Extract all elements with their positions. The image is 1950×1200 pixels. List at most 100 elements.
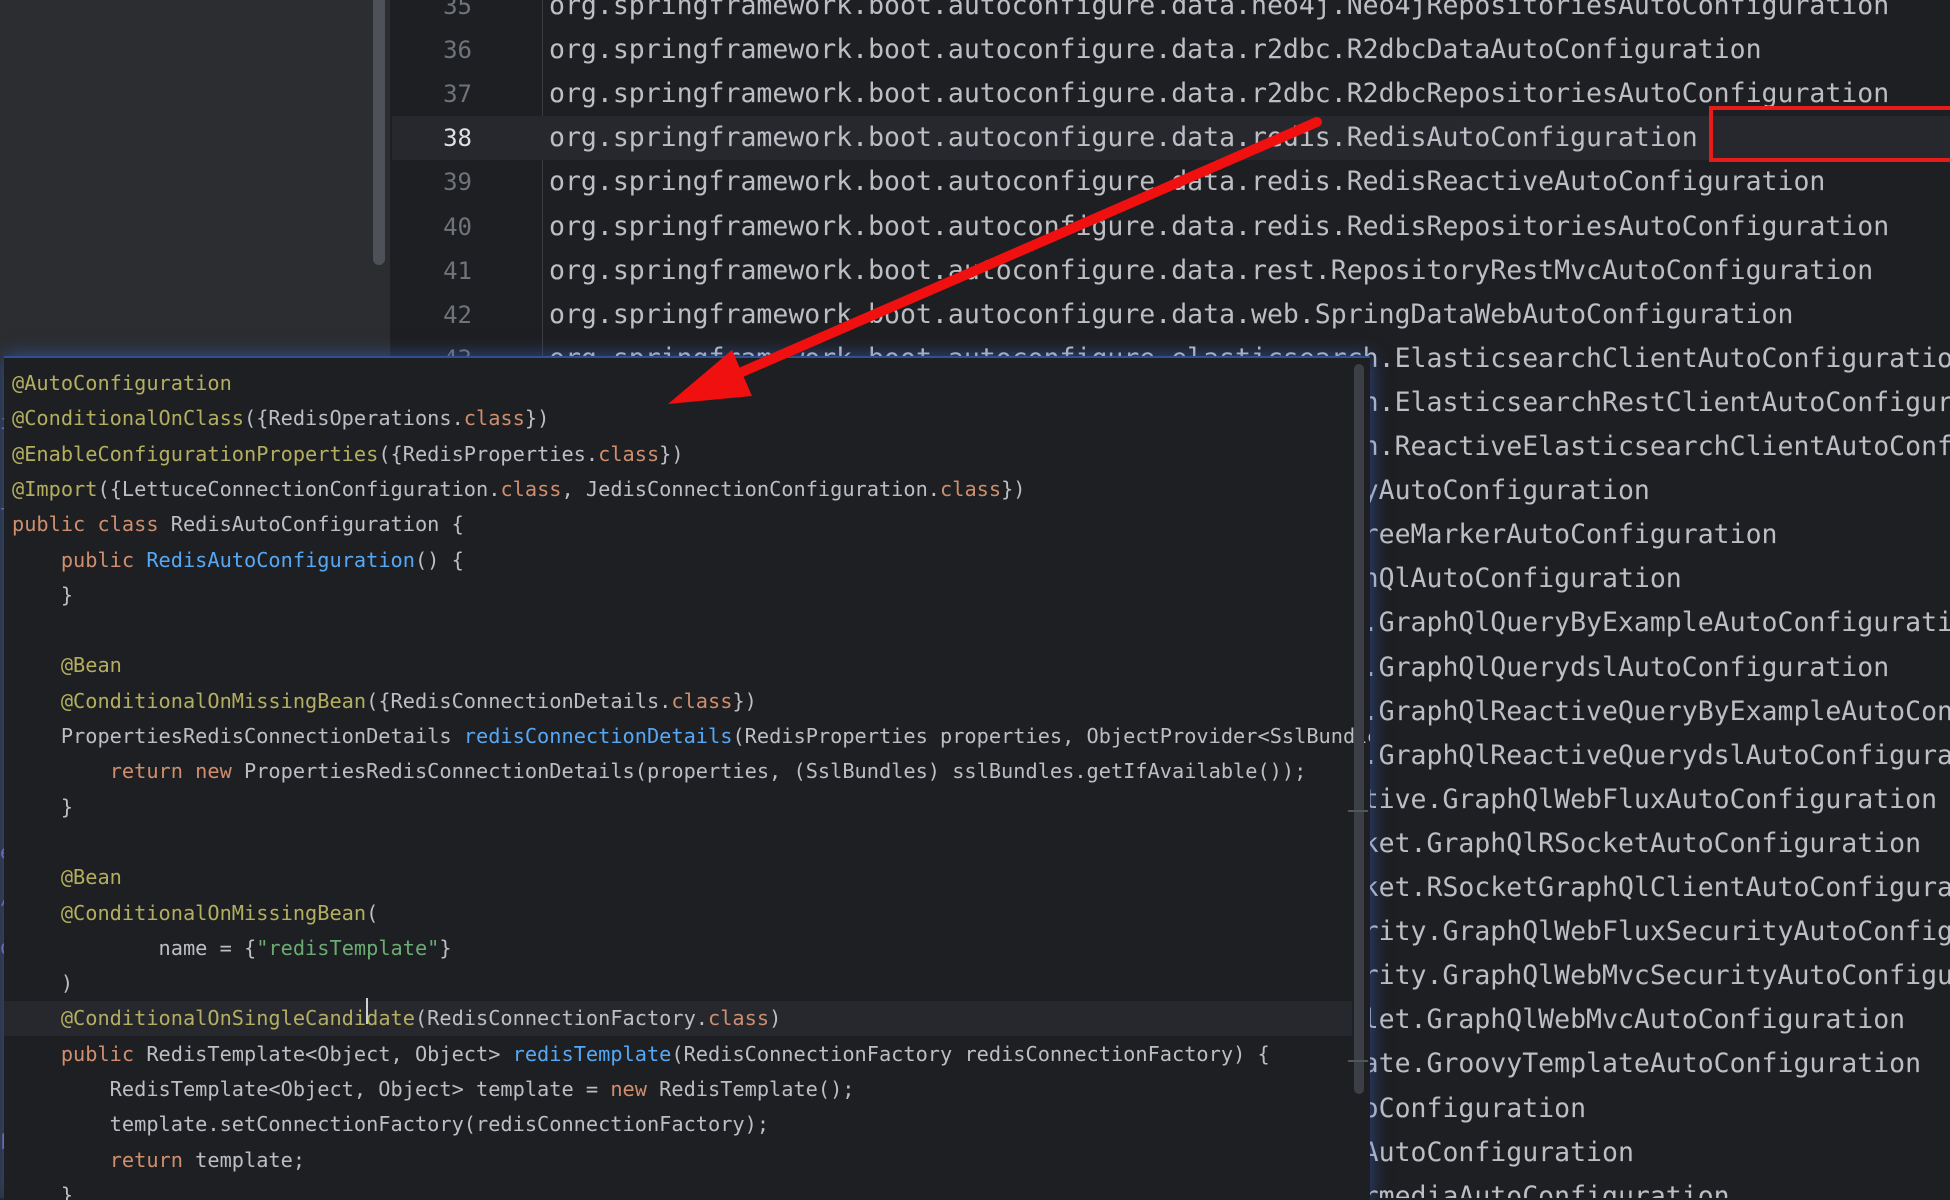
code-token: }) [732, 688, 757, 713]
code-line[interactable]: public class RedisAutoConfiguration { [12, 507, 464, 542]
code-line[interactable]: return new PropertiesRedisConnectionDeta… [12, 754, 1307, 789]
code-token: ({RedisOperations. [244, 406, 464, 431]
line-code: org.springframework.boot.autoconfigure.d… [549, 298, 1794, 330]
sidebar-scrollbar[interactable] [373, 0, 385, 265]
code-token: template.setConnectionFactory(redisConne… [12, 1112, 770, 1137]
code-line[interactable]: @ConditionalOnClass({RedisOperations.cla… [12, 401, 549, 436]
redis-autoconfig-highlight-box [1709, 106, 1950, 162]
code-line[interactable]: @Bean [12, 648, 122, 683]
line-number: 40 [443, 212, 472, 241]
code-token: @EnableConfigurationProperties [12, 441, 379, 466]
code-token: class [708, 1006, 770, 1031]
code-token: RedisTemplate(); [659, 1077, 855, 1101]
code-token: (RedisConnectionFactory redisConnectionF… [671, 1041, 1270, 1066]
code-token: public [60, 1041, 147, 1066]
code-token: @ConditionalOnMissingBean [60, 900, 367, 925]
code-token: ) [769, 1006, 782, 1031]
code-token: } [12, 582, 74, 607]
code-line[interactable]: @Import({LettuceConnectionConfiguration.… [12, 472, 1026, 507]
code-token: ({RedisConnectionDetails. [366, 688, 672, 713]
code-token: name = { [12, 935, 257, 960]
code-token: @Bean [60, 653, 122, 678]
code-token: return new [109, 759, 245, 784]
code-line[interactable]: PropertiesRedisConnectionDetails redisCo… [12, 719, 1370, 754]
code-line[interactable]: return template; [12, 1143, 305, 1178]
code-line[interactable]: @Bean [12, 860, 122, 895]
code-token: @ConditionalOnMissingBean [60, 688, 367, 713]
code-line[interactable]: } [12, 790, 73, 825]
code-token: public [60, 547, 147, 572]
code-token: RedisTemplate<Object, Object> [146, 1041, 513, 1066]
code-token: class [671, 688, 733, 713]
code-token: } [12, 794, 74, 819]
code-token: (RedisConnectionFactory. [414, 1006, 709, 1031]
code-line[interactable]: public RedisAutoConfiguration() { [12, 543, 464, 578]
code-line[interactable]: name = {"redisTemplate"} [12, 931, 452, 966]
code-token: redisConnectionDetails [463, 724, 733, 748]
code-line[interactable]: ) [12, 966, 73, 1001]
code-line[interactable]: @ConditionalOnSingleCandidate(RedisConne… [4, 1001, 1352, 1037]
editor-line[interactable]: 40 org.springframework.boot.autoconfigure… [392, 205, 1950, 249]
code-token: @AutoConfiguration [12, 371, 232, 395]
line-number: 41 [443, 256, 472, 285]
line-code: org.springframework.boot.autoconfigure.d… [549, 78, 1890, 110]
code-token: class [463, 406, 525, 431]
code-token: class [940, 476, 1002, 501]
code-token: @ConditionalOnClass [12, 406, 244, 431]
code-token: } [439, 935, 452, 960]
code-token: "redisTemplate" [256, 935, 440, 960]
code-token: class [598, 441, 660, 466]
code-token: RedisTemplate<Object, Object> template = [12, 1077, 611, 1101]
editor-line[interactable]: 41 org.springframework.boot.autoconfigure… [392, 249, 1950, 293]
line-code: org.springframework.boot.autoconfigure.d… [549, 0, 1890, 21]
scroll-mark [1348, 1060, 1368, 1062]
code-token: } [12, 1182, 74, 1200]
code-token: RedisAutoConfiguration [146, 547, 415, 572]
editor-line[interactable]: 36 org.springframework.boot.autoconfigure… [392, 28, 1950, 72]
editor-line[interactable]: 39 org.springframework.boot.autoconfigure… [392, 160, 1950, 204]
code-token: redisTemplate [512, 1041, 672, 1066]
code-token: PropertiesRedisConnectionDetails [12, 724, 464, 748]
code-token: RedisAutoConfiguration { [170, 512, 464, 537]
class-preview-popup[interactable]: @AutoConfiguration @ConditionalOnClass({R… [4, 356, 1370, 1200]
code-line[interactable]: } [12, 1178, 73, 1200]
code-line[interactable]: @ConditionalOnMissingBean({RedisConnecti… [12, 684, 757, 719]
code-token: template; [195, 1147, 306, 1172]
popup-scrollbar[interactable] [1354, 364, 1364, 1094]
code-token: ({RedisProperties. [378, 441, 599, 466]
line-number: 38 [443, 124, 472, 153]
code-token: new [610, 1077, 660, 1101]
code-token: @Bean [60, 865, 122, 890]
code-line[interactable]: @EnableConfigurationProperties({RedisPro… [12, 437, 684, 472]
code-line[interactable]: template.setConnectionFactory(redisConne… [12, 1107, 769, 1142]
code-token: }) [524, 406, 550, 431]
line-number: 36 [443, 36, 472, 65]
editor-line[interactable]: 35 org.springframework.boot.autoconfigure… [392, 0, 1950, 28]
code-line[interactable]: @AutoConfiguration [12, 366, 232, 401]
code-line[interactable]: } [12, 578, 73, 613]
line-number: 42 [443, 300, 472, 329]
code-line[interactable]: @ConditionalOnMissingBean( [12, 896, 378, 931]
code-token: class [500, 476, 562, 501]
editor-line[interactable]: 42 org.springframework.boot.autoconfigure… [392, 293, 1950, 337]
code-line[interactable]: public RedisTemplate<Object, Object> red… [12, 1037, 1270, 1072]
code-token: ) [12, 971, 74, 996]
code-token: , JedisConnectionConfiguration. [561, 476, 941, 501]
line-code: org.springframework.boot.autoconfigure.d… [549, 34, 1762, 66]
line-code: org.springframework.boot.autoconfigure.d… [549, 166, 1826, 198]
line-number: 39 [443, 168, 472, 197]
code-line[interactable]: RedisTemplate<Object, Object> template =… [12, 1072, 855, 1107]
code-token: ( [366, 900, 379, 925]
code-token: }) [1001, 476, 1026, 501]
line-code: org.springframework.boot.autoconfigure.d… [549, 122, 1698, 154]
line-code: org.springframework.boot.autoconfigure.d… [549, 254, 1874, 286]
code-token: return [109, 1147, 196, 1172]
line-number: 35 [443, 0, 472, 20]
scroll-mark [1348, 810, 1368, 812]
